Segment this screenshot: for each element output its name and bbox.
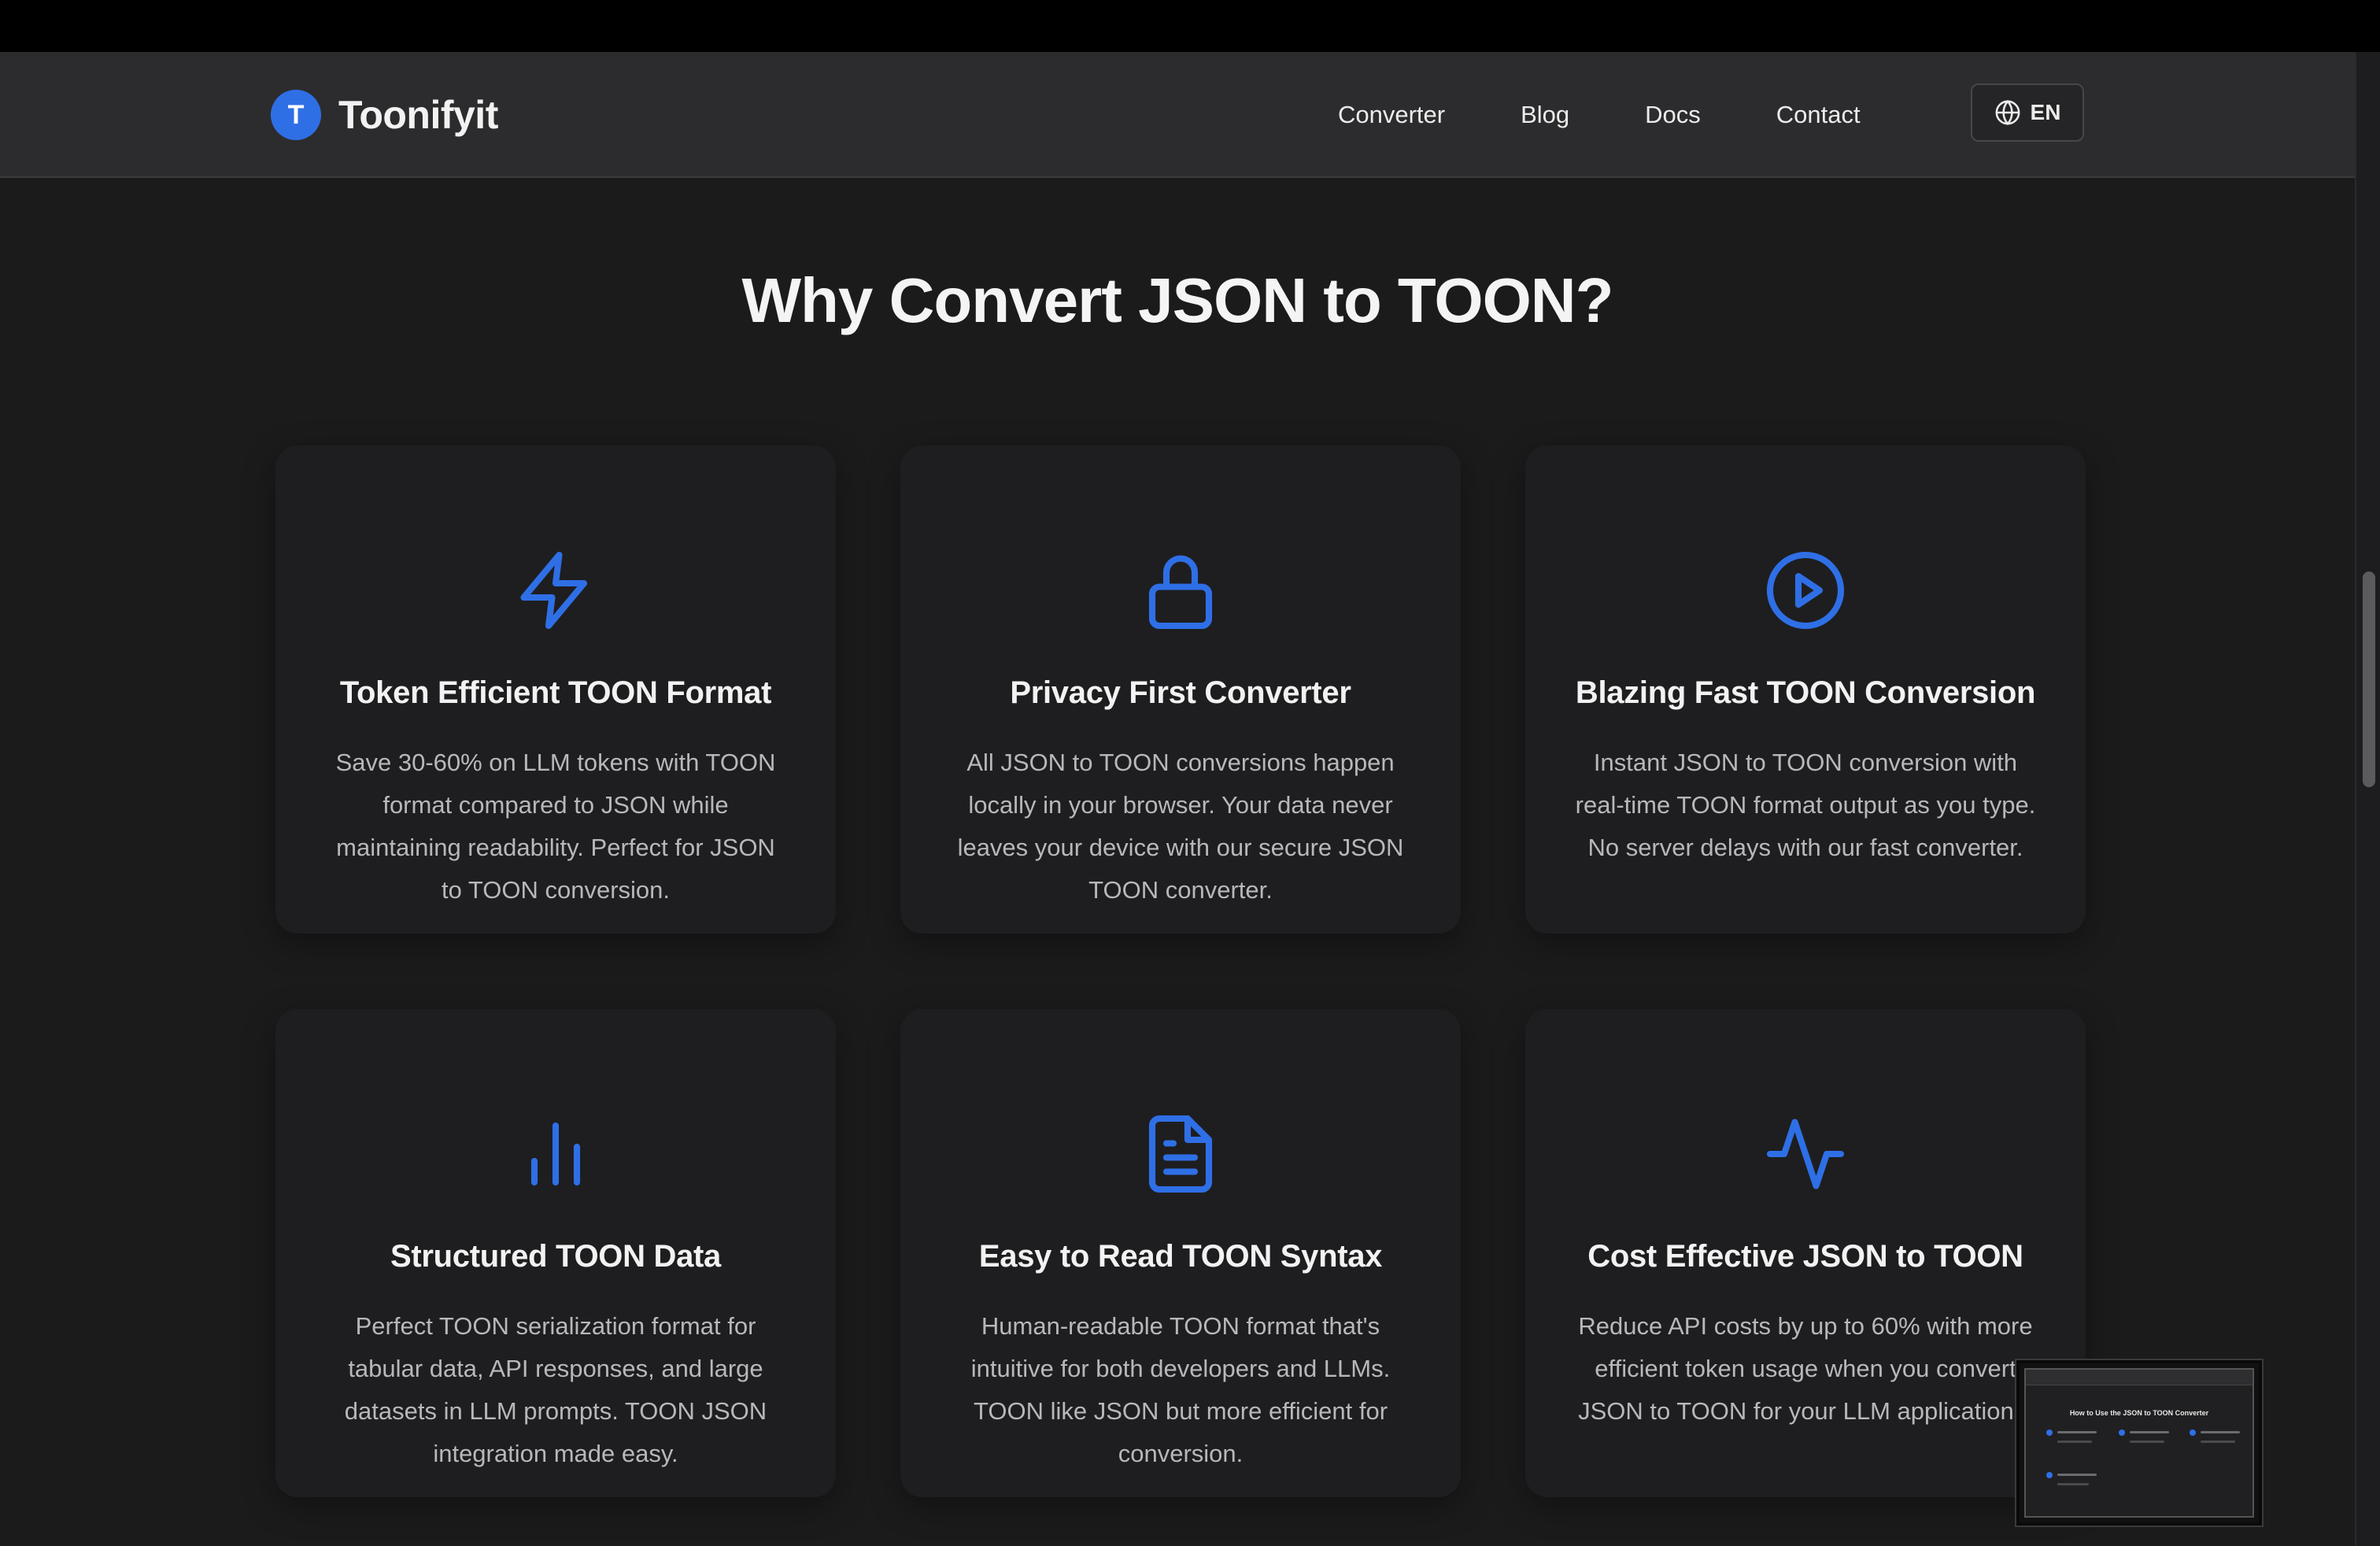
feature-title: Blazing Fast TOON Conversion: [1575, 675, 2036, 710]
globe-icon: [1995, 99, 2020, 126]
feature-title: Easy to Read TOON Syntax: [978, 1239, 1383, 1274]
feature-title: Structured TOON Data: [390, 1239, 721, 1274]
page-scrollbar[interactable]: [2355, 52, 2380, 1546]
browser-viewport: T Toonifyit Converter Blog Docs Contact …: [0, 52, 2380, 1546]
nav-links: Converter Blog Docs Contact: [1338, 96, 1861, 134]
feature-card: Privacy First Converter All JSON to TOON…: [900, 446, 1461, 934]
feature-description: Human-readable TOON format that's intuit…: [970, 1312, 1391, 1467]
activity-icon: [1525, 1111, 2086, 1198]
navbar: T Toonifyit Converter Blog Docs Contact …: [0, 52, 2355, 178]
thumbnail-line: [2130, 1431, 2169, 1433]
thumbnail-line: [2201, 1431, 2240, 1433]
feature-description: Perfect TOON serialization format for ta…: [344, 1312, 767, 1467]
thumbnail-step-dot: [2190, 1429, 2196, 1436]
feature-title: Privacy First Converter: [1010, 675, 1351, 710]
thumbnail-line: [2201, 1441, 2235, 1443]
thumbnail-navbar: [2026, 1370, 2252, 1385]
thumbnail-preview: How to Use the JSON to TOON Converter: [2024, 1368, 2254, 1518]
feature-card: Cost Effective JSON to TOON Reduce API c…: [1525, 1009, 2086, 1497]
thumbnail-step-dot: [2046, 1472, 2053, 1478]
thumbnail-line: [2057, 1483, 2089, 1485]
language-label: EN: [2030, 100, 2061, 124]
feature-title: Cost Effective JSON to TOON: [1587, 1239, 2023, 1274]
nav-link-contact[interactable]: Contact: [1776, 101, 1861, 129]
screenshot-thumbnail[interactable]: How to Use the JSON to TOON Converter: [2016, 1360, 2262, 1526]
thumbnail-step-dot: [2119, 1429, 2125, 1436]
nav-link-docs[interactable]: Docs: [1645, 101, 1701, 129]
thumbnail-line: [2130, 1441, 2164, 1443]
thumbnail-line: [2057, 1431, 2097, 1433]
section-title: Why Convert JSON to TOON?: [741, 265, 1614, 335]
brand[interactable]: T Toonifyit: [271, 90, 498, 140]
thumbnail-step-dot: [2046, 1429, 2053, 1436]
screen-top-bezel: [0, 0, 2380, 52]
lightning-icon: [275, 548, 836, 634]
feature-card: Token Efficient TOON Format Save 30-60% …: [275, 446, 836, 934]
feature-description: Instant JSON to TOON conversion with rea…: [1575, 749, 2036, 861]
feature-description: All JSON to TOON conversions happen loca…: [957, 749, 1404, 904]
feature-card: Structured TOON Data Perfect TOON serial…: [275, 1009, 836, 1497]
play-circle-icon: [1525, 548, 2086, 634]
nav-link-blog[interactable]: Blog: [1521, 101, 1569, 129]
feature-card: Easy to Read TOON Syntax Human-readable …: [900, 1009, 1461, 1497]
feature-description: Save 30-60% on LLM tokens with TOON form…: [335, 749, 776, 904]
thumbnail-title: How to Use the JSON to TOON Converter: [2069, 1409, 2209, 1417]
feature-title: Token Efficient TOON Format: [339, 675, 772, 710]
feature-description: Reduce API costs by up to 60% with more …: [1578, 1312, 2033, 1425]
feature-card: Blazing Fast TOON Conversion Instant JSO…: [1525, 446, 2086, 934]
bar-chart-icon: [275, 1111, 836, 1198]
scrollbar-thumb[interactable]: [2363, 571, 2375, 787]
nav-link-converter[interactable]: Converter: [1338, 101, 1445, 129]
document-icon: [900, 1111, 1461, 1198]
thumbnail-line: [2057, 1474, 2097, 1476]
brand-name: Toonifyit: [338, 93, 498, 137]
language-button[interactable]: EN: [1971, 83, 2084, 142]
lock-icon: [900, 548, 1461, 634]
brand-logo-icon: T: [271, 90, 321, 140]
thumbnail-line: [2057, 1441, 2092, 1443]
